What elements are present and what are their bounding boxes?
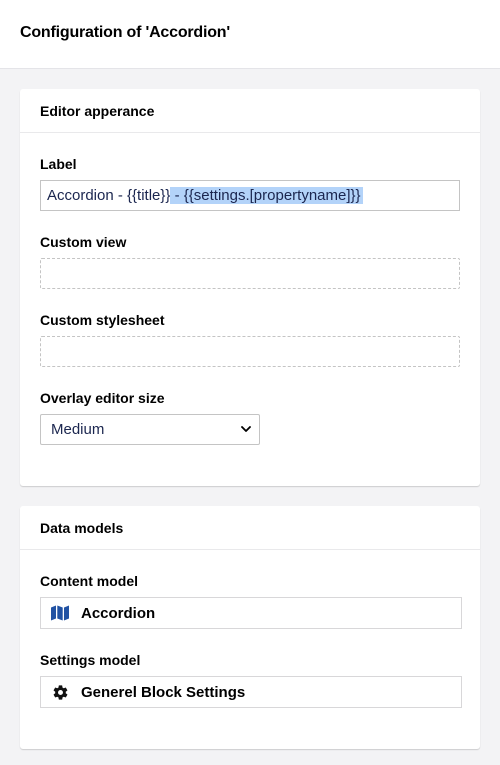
label-input-text: Accordion - {{title}} [47, 187, 171, 204]
page-title: Configuration of 'Accordion' [20, 24, 230, 41]
content-model-name: Accordion [81, 604, 156, 622]
custom-view-picker[interactable] [40, 258, 460, 289]
custom-view-label: Custom view [40, 234, 127, 250]
gear-icon [51, 683, 69, 701]
custom-stylesheet-picker[interactable] [40, 336, 460, 367]
chevron-down-icon [241, 426, 251, 432]
overlay-size-select[interactable]: Medium [40, 414, 260, 445]
panel-title: Data models [20, 506, 480, 550]
overlay-size-value: Medium [51, 421, 105, 438]
label-input-selection: - {{settings.[propertyname]}} [170, 187, 363, 204]
content-model-item[interactable]: Accordion [40, 597, 462, 629]
overlay-size-label: Overlay editor size [40, 390, 165, 406]
data-models-panel: Data models Content model Accordion Sett… [20, 506, 480, 749]
panel-title: Editor apperance [20, 89, 480, 133]
label-field-label: Label [40, 156, 77, 172]
settings-model-label: Settings model [40, 652, 141, 668]
settings-model-item[interactable]: Generel Block Settings [40, 676, 462, 708]
settings-model-name: Generel Block Settings [81, 683, 246, 701]
content-model-label: Content model [40, 573, 138, 589]
map-icon [51, 604, 69, 622]
header: Configuration of 'Accordion' [0, 0, 500, 69]
label-input[interactable]: Accordion - {{title}} - {{settings.[prop… [40, 180, 460, 211]
editor-appearance-panel: Editor apperance Label Accordion - {{tit… [20, 89, 480, 486]
custom-stylesheet-label: Custom stylesheet [40, 312, 165, 328]
